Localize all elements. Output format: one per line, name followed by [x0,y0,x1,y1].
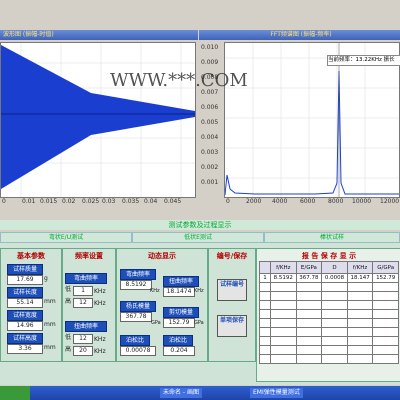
fft-title: FFT频谱图 (振幅-频率) [199,30,400,40]
sample-number-button[interactable]: 试样编号 [217,279,247,301]
label-width: 试样宽度 [7,310,43,321]
tab-bending[interactable]: 弯状E/U测试 [0,232,132,243]
report-table: f/KHz E/GPa D f/KHz G/GPa 1 8.5192 367.7… [259,261,399,364]
edit-save-title: 编号/保存 [216,252,248,260]
edit-save-group: 编号/保存 试样编号 单项保存 [208,248,256,362]
taskbar: 未命名 - 画图 EMI弹性模量测试 [0,386,400,400]
poisson-ratio-value: 0.204 [163,346,195,356]
basic-params-title: 基本参数 [17,252,45,260]
height-field[interactable]: 3.36 [7,344,43,354]
label-length: 试样长度 [7,287,43,298]
table-row[interactable] [259,318,399,328]
table-row[interactable] [259,354,399,364]
mass-field[interactable]: 17.69 [7,275,43,285]
fft-plot: 当前频率：13.22KHz 振长 [224,42,400,198]
center-banner: 测试参数及过程显示 [0,220,400,230]
fft-cursor-readout: 当前频率：13.22KHz 振长 [327,55,400,66]
report-title: 报 告 保 存 显 示 [301,252,357,260]
freq-settings-title: 频率设置 [75,252,103,260]
waveform-x-ticks: 0 0.01 0.015 0.02 0.025 0.03 0.035 0.04 … [2,198,182,205]
bend-low-field[interactable]: 1 [73,286,93,296]
table-row[interactable] [259,282,399,292]
taskbar-item-emi[interactable]: EMI弹性模量测试 [250,388,303,398]
waveform-svg [1,43,195,197]
report-header-row: f/KHz E/GPa D f/KHz G/GPa [259,261,399,274]
taskbar-item-paint[interactable]: 未命名 - 画图 [160,388,202,398]
freq-settings-group: 频率设置 弯曲频率 低 1 KHz 高 12 KHz 扭曲频率 低 12 KHz… [62,248,116,362]
torsion-high-field[interactable]: 20 [73,346,93,356]
fft-y-ticks: 0.010 0.009 0.008 0.007 0.006 0.005 0.00… [201,44,219,186]
dynamic-group: 动态显示 弯曲频率 8.5192 KHz 扭曲频率 18.1474 KHz 杨氏… [116,248,208,362]
label-height: 试样高度 [7,333,43,344]
waveform-plot [0,42,196,198]
tab-low[interactable]: 低状E测试 [132,232,264,243]
basic-params-group: 基本参数 试样质量 17.69 g 试样长度 55.14 mm 试样宽度 14.… [0,248,62,362]
fft-x-ticks: 0 2000 4000 6000 8000 10000 12000 [226,198,400,205]
youngs-modulus-value: 367.78 [120,312,152,322]
waveform-panel: 波形图 (振幅-时值) 0 0.01 0.015 0.02 0.025 0.03… [0,30,198,208]
table-row[interactable] [259,336,399,346]
decaying-wave [1,45,195,189]
waveform-title: 波形图 (振幅-时值) [0,30,198,40]
table-row[interactable] [259,309,399,319]
bend-high-field[interactable]: 12 [73,298,93,308]
fft-svg [224,43,399,197]
dynamic-title: 动态显示 [148,252,176,260]
label-torsion-freq: 扭曲频率 [65,321,107,332]
shear-modulus-value: 152.79 [163,318,195,328]
ratio-a-value: 0.00078 [120,346,156,356]
watermark: WWW.***.COM [110,70,248,91]
table-row[interactable] [259,345,399,355]
torsion-low-field[interactable]: 12 [73,334,93,344]
torsion-freq-value: 18.1474 [163,287,195,297]
tab-rod[interactable]: 棒状试样 [264,232,400,243]
table-row[interactable]: 1 8.5192 367.78 0.0008 18.147 152.79 [259,273,399,283]
label-bend-freq: 弯曲频率 [65,273,107,284]
fft-spectrum [224,70,399,196]
label-mass: 试样质量 [7,264,43,275]
width-field[interactable]: 14.96 [7,321,43,331]
table-row[interactable] [259,300,399,310]
start-button[interactable] [0,386,30,400]
length-field[interactable]: 55.14 [7,298,43,308]
table-row[interactable] [259,327,399,337]
single-save-button[interactable]: 单项保存 [217,315,247,337]
table-row[interactable] [259,291,399,301]
fft-panel: FFT频谱图 (振幅-频率) 0.010 0.009 0.008 0.007 0… [199,30,400,208]
report-group: 报 告 保 存 显 示 f/KHz E/GPa D f/KHz G/GPa 1 … [256,248,400,382]
bend-freq-value: 8.5192 [120,280,152,290]
